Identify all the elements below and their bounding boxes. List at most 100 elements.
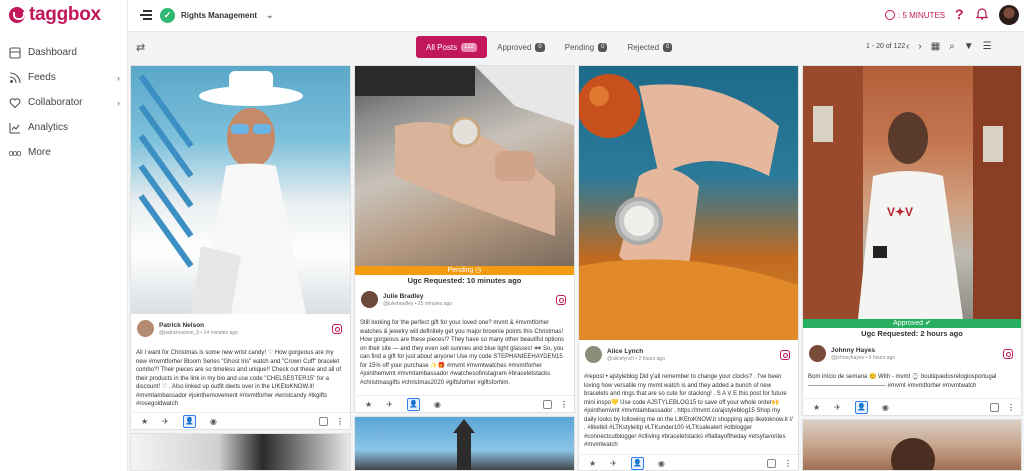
author-name: Johnny Hayes [831, 346, 876, 354]
post-photo [131, 434, 350, 470]
tab-approved[interactable]: Approved 0 [487, 36, 555, 58]
top-header: ✓ Rights Management ⌄ : 5 MINUTES ? [128, 0, 1024, 32]
more-options-icon[interactable]: ⋮ [560, 400, 568, 409]
author-handle: @alicelynch • 2 hours ago [607, 355, 665, 362]
pagination-text: 1 - 20 of 122 [866, 43, 906, 50]
pin-icon[interactable]: ✈ [386, 400, 393, 409]
post-photo [579, 66, 798, 340]
star-icon[interactable]: ★ [141, 417, 148, 426]
taggbox-logo[interactable]: taggbox [9, 4, 101, 26]
select-checkbox[interactable] [319, 417, 328, 426]
chevron-down-icon: ⌄ [266, 10, 274, 20]
refresh-icon[interactable]: ⇄ [136, 41, 145, 54]
ugc-request-text: Ugc Requested: 10 minutes ago [407, 276, 522, 285]
sidebar-item-label: More [28, 147, 51, 158]
pin-icon[interactable]: ✈ [162, 417, 169, 426]
help-icon[interactable]: ? [955, 6, 964, 22]
next-page-icon[interactable]: › [918, 41, 921, 52]
rights-request-icon[interactable]: 👤 [630, 457, 644, 470]
star-icon[interactable]: ★ [813, 403, 820, 412]
more-options-icon[interactable]: ⋮ [336, 417, 344, 426]
instagram-icon [556, 295, 566, 305]
filter-icon[interactable]: ▼ [964, 41, 974, 52]
sidebar-nav: Dashboard Feeds › Collaborator › Analyti… [0, 40, 128, 165]
post-author: Patrick Nelson @patricknelson_5 • 14 min… [137, 320, 238, 337]
search-icon[interactable]: ⌕ [949, 41, 955, 52]
post-card[interactable]: V✦V Approved ✔ Ugc Requested: 2 hours ag… [802, 65, 1022, 416]
clock-icon [885, 10, 895, 20]
sidebar-item-feeds[interactable]: Feeds › [0, 65, 128, 90]
menu-toggle-icon[interactable] [140, 10, 152, 21]
toolbar: ⇄ All Posts 122 Approved 0 Pending 0 Rej… [128, 32, 1024, 64]
pin-icon[interactable]: ✈ [834, 403, 841, 412]
avatar [809, 345, 826, 362]
avatar [585, 346, 602, 363]
prev-page-icon[interactable]: ‹ [906, 41, 909, 52]
sidebar-item-more[interactable]: ooo More [0, 140, 128, 165]
logo-icon [9, 7, 25, 23]
sidebar-item-analytics[interactable]: Analytics [0, 115, 128, 140]
post-card[interactable]: Patrick Nelson @patricknelson_5 • 14 min… [130, 65, 351, 430]
rights-request-icon[interactable]: 👤 [182, 415, 196, 428]
author-handle: @johnnyhayes • 5 hours ago [831, 354, 896, 361]
post-photo [355, 417, 574, 470]
toolbar-icons: ‹ › ▦ ⌕ ▼ ☰ [906, 41, 992, 52]
calendar-icon[interactable]: ▦ [931, 41, 940, 52]
author-name: Julie Bradley [383, 292, 424, 300]
post-card[interactable]: Pending ◷ Ugc Requested: 10 minutes ago … [354, 65, 575, 413]
pending-clock-icon: ◷ [475, 267, 482, 274]
more-dots-icon: ooo [8, 147, 21, 158]
post-author: Johnny Hayes @johnnyhayes • 5 hours ago [809, 345, 895, 362]
chevron-right-icon: › [117, 97, 120, 108]
star-icon[interactable]: ★ [365, 400, 372, 409]
status-text: Pending [447, 267, 474, 274]
eye-icon[interactable]: ◉ [658, 459, 665, 468]
bell-icon[interactable] [975, 7, 989, 20]
post-card[interactable] [354, 416, 575, 471]
status-banner: Approved ✔ [803, 319, 1021, 328]
avatar [361, 291, 378, 308]
pin-icon[interactable]: ✈ [610, 459, 617, 468]
post-author: Julie Bradley @juliebradley • 25 minutes… [361, 291, 452, 308]
post-card[interactable] [802, 419, 1022, 471]
sidebar-item-label: Feeds [28, 72, 56, 83]
tab-pending[interactable]: Pending 0 [555, 36, 618, 58]
tab-label: Pending [564, 42, 595, 52]
eye-icon[interactable]: ◉ [882, 403, 889, 412]
rights-request-icon[interactable]: 👤 [854, 401, 868, 414]
author-name: Patrick Nelson [159, 321, 205, 329]
dashboard-icon [8, 46, 21, 59]
select-checkbox[interactable] [990, 403, 999, 412]
sidebar-item-label: Dashboard [28, 47, 77, 58]
post-card[interactable]: Alice Lynch @alicelynch • 2 hours ago #r… [578, 65, 799, 471]
analytics-icon [8, 121, 21, 134]
post-caption: All I want for Christmas is some new wri… [136, 350, 342, 407]
post-card[interactable] [130, 433, 351, 471]
rights-shield-icon: ✓ [160, 8, 175, 23]
tab-label: All Posts [426, 42, 458, 52]
instagram-icon [780, 350, 790, 360]
sidebar: taggbox Dashboard Feeds › Collaborator › [0, 0, 128, 471]
star-icon[interactable]: ★ [589, 459, 596, 468]
post-author: Alice Lynch @alicelynch • 2 hours ago [585, 346, 665, 363]
card-actions: ★ ✈ 👤 ◉ ⋮ [579, 454, 798, 470]
sidebar-item-collaborator[interactable]: Collaborator › [0, 90, 128, 115]
workspace-selector[interactable]: ✓ Rights Management ⌄ [160, 8, 274, 23]
status-banner: Pending ◷ [355, 266, 574, 275]
more-options-icon[interactable]: ⋮ [784, 459, 792, 468]
rights-request-icon[interactable]: 👤 [406, 398, 420, 411]
eye-icon[interactable]: ◉ [210, 417, 217, 426]
svg-text:V✦V: V✦V [887, 205, 913, 219]
sidebar-item-dashboard[interactable]: Dashboard [0, 40, 128, 65]
select-checkbox[interactable] [767, 459, 776, 468]
user-avatar[interactable] [999, 5, 1019, 25]
post-photo [131, 66, 350, 314]
post-caption: #repost • ajstyleblog Did y'all remember… [584, 374, 793, 448]
tab-all-posts[interactable]: All Posts 122 [416, 36, 488, 58]
post-photo: V✦V [803, 66, 1021, 319]
select-checkbox[interactable] [543, 400, 552, 409]
tab-rejected[interactable]: Rejected 0 [617, 36, 682, 58]
list-view-icon[interactable]: ☰ [983, 41, 992, 52]
eye-icon[interactable]: ◉ [434, 400, 441, 409]
more-options-icon[interactable]: ⋮ [1007, 403, 1015, 412]
